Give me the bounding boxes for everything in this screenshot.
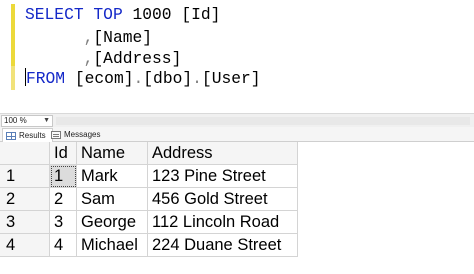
grid-header-row: Id Name Address — [0, 142, 474, 165]
results-grid[interactable]: Id Name Address 1 1 Mark 123 Pine Street… — [0, 142, 474, 274]
comma: , — [83, 49, 94, 68]
cell-id[interactable]: 4 — [50, 234, 77, 257]
keyword-top: TOP — [93, 5, 123, 24]
keyword-from: FROM — [26, 69, 66, 88]
query-editor[interactable]: SELECT TOP 1000 [Id] ,[Name] ,[Address] … — [0, 0, 474, 113]
row-number[interactable]: 4 — [0, 234, 50, 257]
chevron-down-icon[interactable]: ▼ — [43, 116, 50, 126]
table-name: [User] — [201, 69, 261, 88]
editor-status-bar: 100 % ▼ — [0, 113, 474, 127]
code-line-4[interactable]: FROM [ecom].[dbo].[User] — [25, 68, 261, 90]
code-line-3[interactable]: ,[Address] — [25, 48, 182, 70]
table-row[interactable]: 2 2 Sam 456 Gold Street — [0, 188, 474, 211]
cell-id[interactable]: 3 — [50, 211, 77, 234]
grid-icon — [6, 132, 16, 140]
change-indicator-bar — [11, 4, 15, 66]
change-indicator-bar — [11, 66, 15, 90]
cell-name[interactable]: Mark — [77, 165, 148, 188]
dot: . — [133, 69, 144, 88]
tab-messages[interactable]: Messages — [48, 128, 106, 142]
column-name: [Name] — [93, 28, 153, 47]
column-header-address[interactable]: Address — [148, 142, 298, 165]
zoom-select[interactable]: 100 % ▼ — [1, 115, 53, 127]
horizontal-scrollbar[interactable] — [56, 117, 470, 125]
tab-messages-label: Messages — [64, 130, 101, 139]
cell-address[interactable]: 224 Duane Street — [148, 234, 298, 257]
code-line-2[interactable]: ,[Name] — [25, 27, 152, 49]
row-number[interactable]: 3 — [0, 211, 50, 234]
table-row[interactable]: 3 3 George 112 Lincoln Road — [0, 211, 474, 234]
cell-address[interactable]: 112 Lincoln Road — [148, 211, 298, 234]
cell-id[interactable]: 2 — [50, 188, 77, 211]
cell-name[interactable]: Sam — [77, 188, 148, 211]
grid-corner-cell[interactable] — [0, 142, 50, 165]
dot: . — [192, 69, 202, 88]
cell-name[interactable]: Michael — [77, 234, 148, 257]
cell-address[interactable]: 123 Pine Street — [148, 165, 298, 188]
tab-results-label: Results — [19, 131, 46, 140]
cell-address[interactable]: 456 Gold Street — [148, 188, 298, 211]
row-number[interactable]: 2 — [0, 188, 50, 211]
table-row[interactable]: 4 4 Michael 224 Duane Street — [0, 234, 474, 257]
column-address: [Address] — [93, 49, 182, 68]
zoom-value: 100 % — [4, 116, 27, 125]
code-line-1[interactable]: SELECT TOP 1000 [Id] — [25, 4, 220, 26]
schema-name: [dbo] — [143, 69, 193, 88]
column-header-id[interactable]: Id — [50, 142, 77, 165]
column-header-name[interactable]: Name — [77, 142, 148, 165]
database-name: [ecom] — [74, 69, 134, 88]
result-tab-strip: Results Messages — [0, 127, 474, 142]
row-number[interactable]: 1 — [0, 165, 50, 188]
comma: , — [83, 28, 94, 47]
messages-icon — [51, 131, 61, 139]
top-count: 1000 — [132, 5, 172, 24]
cell-name[interactable]: George — [77, 211, 148, 234]
keyword-select: SELECT — [25, 5, 84, 24]
column-id: [Id] — [181, 5, 221, 24]
cell-id-selected[interactable]: 1 — [50, 165, 77, 188]
editor-gutter — [0, 0, 10, 113]
tab-results[interactable]: Results — [2, 128, 53, 142]
table-row[interactable]: 1 1 Mark 123 Pine Street — [0, 165, 474, 188]
